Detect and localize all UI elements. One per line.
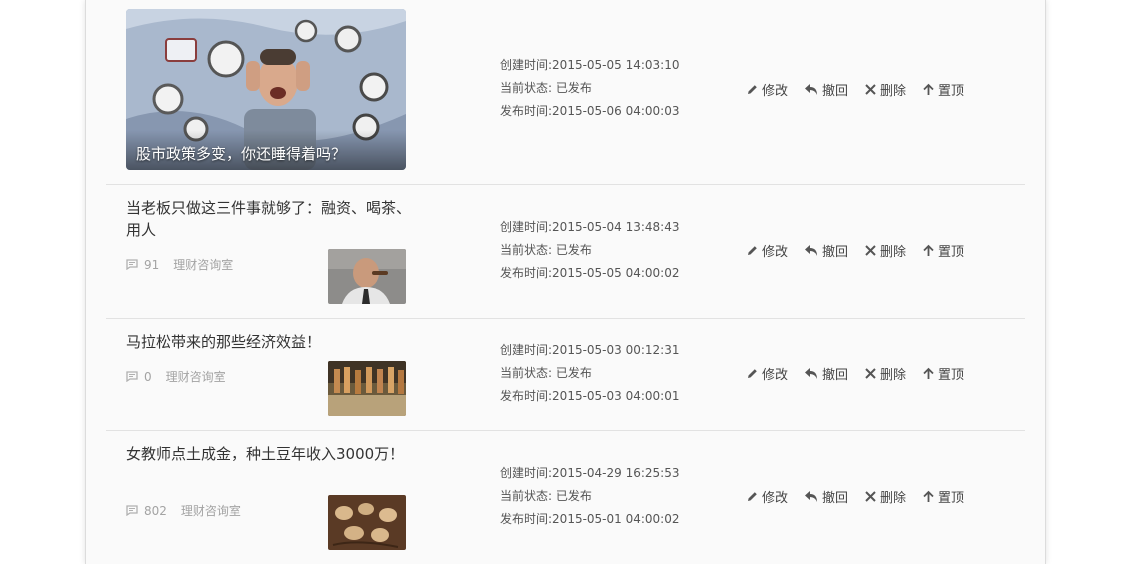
article-thumbnail[interactable] — [328, 361, 406, 416]
pin-button[interactable]: 置顶 — [922, 80, 964, 99]
article-list: 股市政策多变，你还睡得着吗？ 创建时间:2015-05-05 14:03:10 … — [106, 0, 1025, 564]
arrow-up-icon — [923, 244, 934, 256]
article-actions: 修改 撤回 删除 置顶 — [746, 80, 980, 99]
article-row: 马拉松带来的那些经济效益！ 0 理财咨询室 创建时间:2015-05-03 00… — [106, 319, 1025, 431]
article-row: 当老板只做这三件事就够了：融资、喝茶、用人 91 理财咨询室 创建时间:2015… — [106, 185, 1025, 319]
edit-button[interactable]: 修改 — [746, 487, 788, 506]
column-name[interactable]: 理财咨询室 — [181, 502, 241, 519]
published-time: 发布时间:2015-05-01 04:00:02 — [500, 512, 680, 526]
article-row: 女教师点土成金，种土豆年收入3000万！ 802 理财咨询室 创建时间:2015… — [106, 431, 1025, 564]
created-time: 创建时间:2015-05-03 00:12:31 — [500, 343, 680, 357]
article-actions: 修改 撤回 删除 置顶 — [746, 364, 980, 383]
arrow-up-icon — [923, 83, 934, 95]
article-title[interactable]: 女教师点土成金，种土豆年收入3000万！ — [126, 443, 416, 465]
undo-icon — [805, 368, 818, 379]
edit-button[interactable]: 修改 — [746, 80, 788, 99]
delete-button[interactable]: 删除 — [864, 241, 906, 260]
withdraw-button[interactable]: 撤回 — [804, 364, 848, 383]
column-name[interactable]: 理财咨询室 — [166, 368, 226, 385]
created-time: 创建时间:2015-05-04 13:48:43 — [500, 220, 680, 234]
article-cover-image[interactable]: 股市政策多变，你还睡得着吗？ — [126, 9, 406, 170]
column-name[interactable]: 理财咨询室 — [173, 256, 233, 273]
edit-button[interactable]: 修改 — [746, 364, 788, 383]
undo-icon — [805, 84, 818, 95]
close-icon — [865, 245, 876, 256]
page: 股市政策多变，你还睡得着吗？ 创建时间:2015-05-05 14:03:10 … — [0, 0, 1131, 564]
close-icon — [865, 368, 876, 379]
status: 当前状态: 已发布 — [500, 81, 592, 95]
article-info: 创建时间:2015-05-04 13:48:43 当前状态: 已发布 发布时间:… — [500, 216, 680, 285]
published-time: 发布时间:2015-05-05 04:00:02 — [500, 266, 680, 280]
delete-button[interactable]: 删除 — [864, 80, 906, 99]
published-time: 发布时间:2015-05-06 04:00:03 — [500, 104, 680, 118]
article-title[interactable]: 马拉松带来的那些经济效益！ — [126, 331, 416, 353]
arrow-up-icon — [923, 367, 934, 379]
article-meta: 91 理财咨询室 — [126, 256, 233, 273]
delete-button[interactable]: 删除 — [864, 487, 906, 506]
status: 当前状态: 已发布 — [500, 243, 592, 257]
article-actions: 修改 撤回 删除 置顶 — [746, 487, 980, 506]
edit-button[interactable]: 修改 — [746, 241, 788, 260]
created-time: 创建时间:2015-04-29 16:25:53 — [500, 466, 680, 480]
pencil-icon — [748, 85, 757, 94]
undo-icon — [805, 491, 818, 502]
status: 当前状态: 已发布 — [500, 489, 592, 503]
article-list-panel: 股市政策多变，你还睡得着吗？ 创建时间:2015-05-05 14:03:10 … — [85, 0, 1046, 564]
comment-count: 91 — [144, 257, 160, 272]
pin-button[interactable]: 置顶 — [922, 364, 964, 383]
withdraw-button[interactable]: 撤回 — [804, 241, 848, 260]
pencil-icon — [748, 246, 757, 255]
comment-icon — [126, 371, 138, 382]
withdraw-button[interactable]: 撤回 — [804, 487, 848, 506]
close-icon — [865, 84, 876, 95]
thumbnail-image — [328, 361, 406, 416]
pin-button[interactable]: 置顶 — [922, 241, 964, 260]
thumbnail-image — [328, 249, 406, 304]
article-info: 创建时间:2015-05-05 14:03:10 当前状态: 已发布 发布时间:… — [500, 54, 680, 123]
comment-count: 802 — [144, 503, 167, 518]
comment-count: 0 — [144, 369, 152, 384]
article-info: 创建时间:2015-05-03 00:12:31 当前状态: 已发布 发布时间:… — [500, 339, 680, 408]
delete-button[interactable]: 删除 — [864, 364, 906, 383]
comment-icon — [126, 505, 138, 516]
close-icon — [865, 491, 876, 502]
article-thumbnail[interactable] — [328, 495, 406, 550]
published-time: 发布时间:2015-05-03 04:00:01 — [500, 389, 680, 403]
created-time: 创建时间:2015-05-05 14:03:10 — [500, 58, 680, 72]
pencil-icon — [748, 492, 757, 501]
comment-icon — [126, 259, 138, 270]
withdraw-button[interactable]: 撤回 — [804, 80, 848, 99]
article-info: 创建时间:2015-04-29 16:25:53 当前状态: 已发布 发布时间:… — [500, 462, 680, 531]
article-actions: 修改 撤回 删除 置顶 — [746, 241, 980, 260]
article-title[interactable]: 当老板只做这三件事就够了：融资、喝茶、用人 — [126, 197, 416, 241]
undo-icon — [805, 245, 818, 256]
pin-button[interactable]: 置顶 — [922, 487, 964, 506]
article-thumbnail[interactable] — [328, 249, 406, 304]
article-meta: 0 理财咨询室 — [126, 368, 226, 385]
status: 当前状态: 已发布 — [500, 366, 592, 380]
article-meta: 802 理财咨询室 — [126, 502, 241, 519]
arrow-up-icon — [923, 490, 934, 502]
pencil-icon — [748, 369, 757, 378]
thumbnail-image — [328, 495, 406, 550]
article-row: 股市政策多变，你还睡得着吗？ 创建时间:2015-05-05 14:03:10 … — [106, 0, 1025, 185]
article-title[interactable]: 股市政策多变，你还睡得着吗？ — [136, 143, 346, 164]
